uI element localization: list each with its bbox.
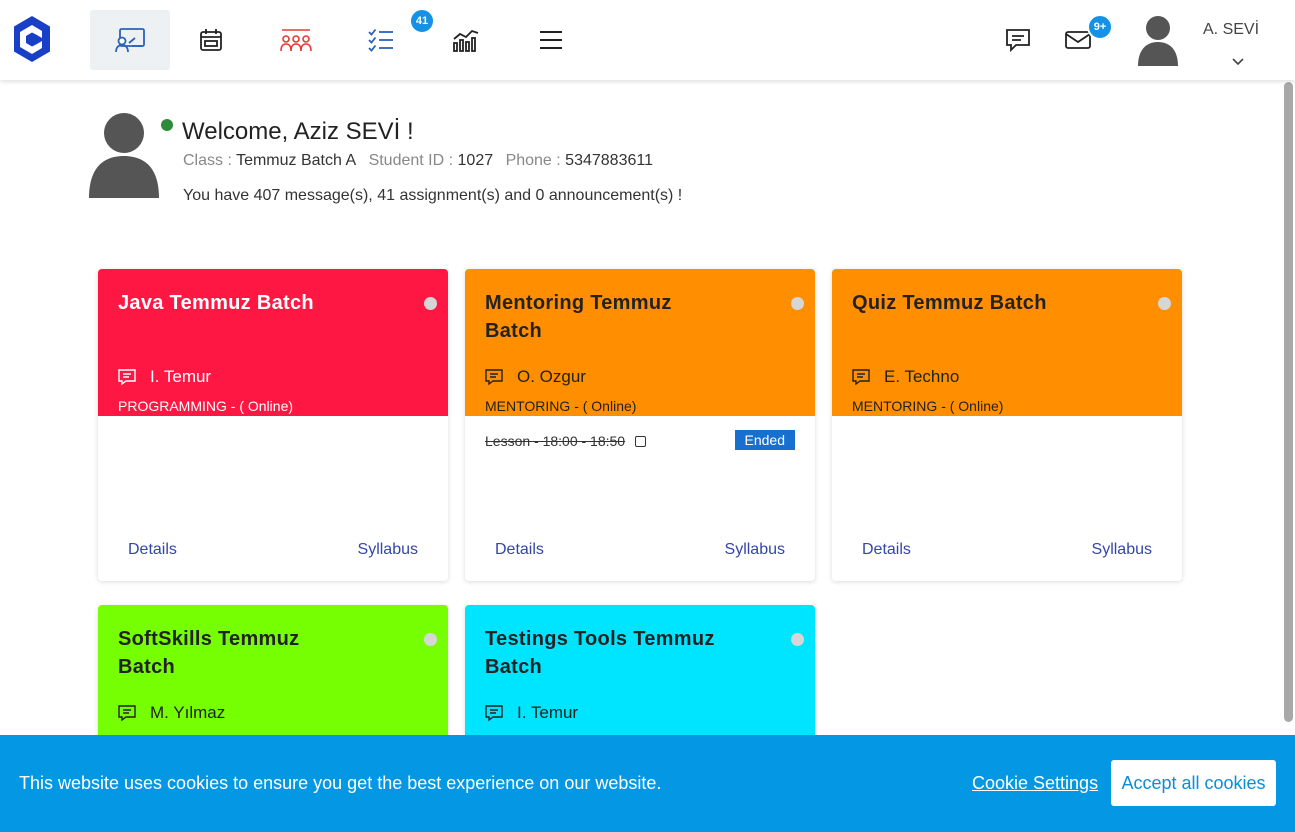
teacher-name: O. Ozgur: [517, 367, 586, 386]
hamburger-menu-icon: [540, 31, 562, 49]
teacher-name: I. Temur: [517, 703, 579, 722]
message-icon: [852, 369, 870, 386]
chevron-down-icon[interactable]: [1230, 54, 1246, 72]
details-link[interactable]: Details: [128, 541, 177, 559]
course-card-body: Details Syllabus: [98, 416, 448, 581]
course-title[interactable]: Mentoring Temmuz Batch: [485, 289, 715, 345]
chat-icon: [1006, 29, 1030, 53]
accept-cookies-button[interactable]: Accept all cookies: [1111, 760, 1276, 806]
course-card-body: Details Syllabus: [832, 416, 1182, 581]
student-id-value: 1027: [457, 152, 494, 169]
course-type: PROGRAMMING - ( Online): [118, 398, 294, 414]
course-card: Mentoring Temmuz Batch O. Ozgur MENTORIN…: [465, 269, 815, 581]
top-navigation-bar: 41 9+ A. SEVİ: [0, 0, 1295, 80]
app-logo[interactable]: [12, 14, 52, 64]
teacher-row[interactable]: E. Techno: [852, 367, 959, 387]
message-icon: [118, 705, 136, 722]
cookie-banner: This website uses cookies to ensure you …: [0, 735, 1295, 832]
course-card-header[interactable]: Quiz Temmuz Batch E. Techno MENTORING - …: [832, 269, 1182, 416]
phone-value: 5347883611: [565, 152, 653, 169]
course-status-dot: [1158, 297, 1171, 310]
message-icon: [118, 369, 136, 386]
message-icon: [485, 369, 503, 386]
chat-button[interactable]: [998, 20, 1038, 60]
teacher-name: M. Yılmaz: [150, 703, 226, 722]
course-card-header[interactable]: Java Temmuz Batch I. Temur PROGRAMMING -…: [98, 269, 448, 416]
welcome-heading: Welcome, Aziz SEVİ !: [182, 118, 414, 145]
class-value: Temmuz Batch A: [236, 152, 357, 169]
course-card-header[interactable]: Testings Tools Temmuz Batch I. Temur: [465, 605, 815, 752]
nav-menu[interactable]: [511, 10, 591, 70]
teacher-row[interactable]: M. Yılmaz: [118, 703, 225, 723]
course-status-dot: [424, 633, 437, 646]
user-name[interactable]: A. SEVİ: [1203, 21, 1259, 39]
lesson-status-badge: Ended: [734, 430, 795, 450]
profile-avatar: [88, 110, 160, 198]
course-card: Quiz Temmuz Batch E. Techno MENTORING - …: [832, 269, 1182, 581]
course-card: Testings Tools Temmuz Batch I. Temur: [465, 605, 815, 752]
course-status-dot: [424, 297, 437, 310]
message-icon: [485, 705, 503, 722]
teacher-name: E. Techno: [884, 367, 960, 386]
class-label: Class :: [183, 152, 232, 169]
calendar-icon: [200, 29, 222, 51]
syllabus-link[interactable]: Syllabus: [725, 541, 785, 559]
phone-label: Phone :: [505, 152, 561, 169]
course-card-body: Lesson - 18:00 - 18:50 Ended Details Syl…: [465, 416, 815, 581]
group-icon: [280, 29, 312, 52]
course-card: SoftSkills Temmuz Batch M. Yılmaz: [98, 605, 448, 752]
nav-attendance[interactable]: [256, 10, 336, 70]
nav-classroom[interactable]: [90, 10, 170, 70]
teacher-row[interactable]: I. Temur: [118, 367, 211, 387]
course-status-dot: [791, 633, 804, 646]
course-type: MENTORING - ( Online): [852, 398, 1004, 414]
course-status-dot: [791, 297, 804, 310]
teacher-name: I. Temur: [150, 367, 212, 386]
syllabus-link[interactable]: Syllabus: [1092, 541, 1152, 559]
course-title[interactable]: Java Temmuz Batch: [118, 289, 348, 317]
details-link[interactable]: Details: [862, 541, 911, 559]
notification-summary: You have 407 message(s), 41 assignment(s…: [183, 187, 683, 204]
messages-count-badge: 9+: [1087, 14, 1113, 40]
nav-statistics[interactable]: [426, 10, 506, 70]
lesson-checkbox-icon[interactable]: [635, 435, 647, 447]
page-scrollbar[interactable]: [1284, 82, 1293, 722]
classroom-icon: [115, 28, 145, 53]
course-card-header[interactable]: Mentoring Temmuz Batch O. Ozgur MENTORIN…: [465, 269, 815, 416]
student-info: Class : Temmuz Batch A Student ID : 1027…: [183, 152, 661, 170]
chart-icon: [453, 29, 479, 52]
course-card: Java Temmuz Batch I. Temur PROGRAMMING -…: [98, 269, 448, 581]
checklist-icon: [368, 28, 393, 52]
course-card-header[interactable]: SoftSkills Temmuz Batch M. Yılmaz: [98, 605, 448, 752]
course-title[interactable]: Testings Tools Temmuz Batch: [485, 625, 715, 681]
course-type: MENTORING - ( Online): [485, 398, 637, 414]
lesson-item[interactable]: Lesson - 18:00 - 18:50: [485, 433, 647, 449]
cookie-settings-link[interactable]: Cookie Settings: [972, 773, 1098, 794]
syllabus-link[interactable]: Syllabus: [358, 541, 418, 559]
cookie-message: This website uses cookies to ensure you …: [19, 773, 662, 793]
course-title[interactable]: SoftSkills Temmuz Batch: [118, 625, 348, 681]
course-title[interactable]: Quiz Temmuz Batch: [852, 289, 1082, 317]
lesson-time: Lesson - 18:00 - 18:50: [485, 433, 626, 449]
online-status-dot: [161, 119, 173, 131]
teacher-row[interactable]: O. Ozgur: [485, 367, 586, 387]
user-avatar[interactable]: [1133, 12, 1183, 66]
student-id-label: Student ID :: [368, 152, 454, 169]
details-link[interactable]: Details: [495, 541, 544, 559]
nav-calendar[interactable]: [171, 10, 251, 70]
teacher-row[interactable]: I. Temur: [485, 703, 578, 723]
